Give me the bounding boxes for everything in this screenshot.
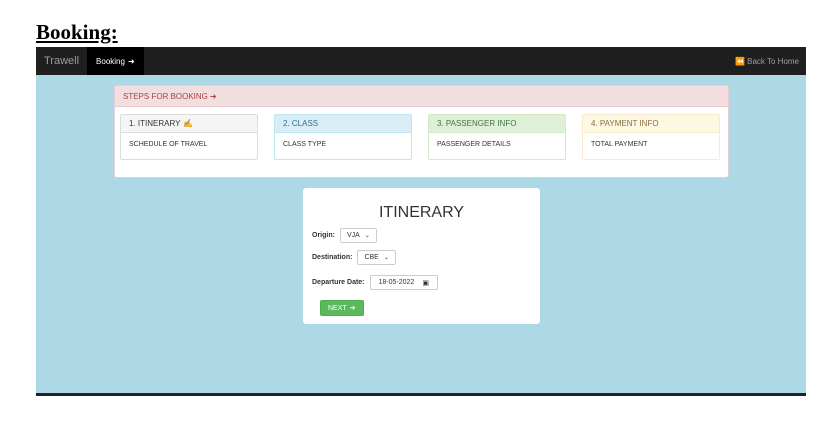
main-content: STEPS FOR BOOKING ➜ 1. ITINERARY ✍ SCHED…	[36, 75, 806, 393]
backward-icon: ⏪	[735, 56, 746, 66]
step-head: 1. ITINERARY ✍	[121, 115, 257, 133]
back-to-home-link[interactable]: ⏪ Back To Home	[728, 47, 806, 75]
destination-row: Destination: CBE ⌄	[312, 250, 396, 265]
nav-item-booking-label: Booking	[96, 56, 125, 66]
destination-label: Destination:	[312, 254, 353, 261]
steps-row: 1. ITINERARY ✍ SCHEDULE OF TRAVEL 2. CLA…	[120, 114, 720, 160]
back-to-home-label: Back To Home	[747, 56, 799, 66]
next-button-label: NEXT	[328, 304, 347, 312]
brand-link[interactable]: Trawell	[36, 47, 87, 75]
page: Booking: Trawell Booking ➜ ⏪ Back To Hom…	[0, 0, 835, 445]
step-title: 2. CLASS	[283, 119, 319, 128]
step-card-payment-info: 4. PAYMENT INFO TOTAL PAYMENT	[582, 114, 720, 160]
departure-date-row: Departure Date: 18-05-2022 ▣	[312, 275, 438, 290]
origin-label: Origin:	[312, 232, 335, 239]
origin-select[interactable]: VJA ⌄	[339, 228, 377, 243]
destination-select[interactable]: CBE ⌄	[357, 250, 396, 265]
steps-header-label: STEPS FOR BOOKING	[123, 91, 208, 101]
departure-date-input[interactable]: 18-05-2022 ▣	[369, 275, 438, 290]
step-title: 1. ITINERARY	[129, 119, 181, 128]
step-head: 3. PASSENGER INFO	[429, 115, 565, 133]
step-body: TOTAL PAYMENT	[591, 141, 648, 148]
step-body: SCHEDULE OF TRAVEL	[129, 141, 208, 148]
steps-header: STEPS FOR BOOKING ➜	[115, 86, 728, 107]
navbar: Trawell Booking ➜ ⏪ Back To Home	[36, 47, 806, 75]
pencil-icon: ✍	[183, 119, 194, 128]
next-button[interactable]: NEXT ➜	[320, 300, 364, 316]
step-title: 4. PAYMENT INFO	[591, 119, 659, 128]
destination-value: CBE	[364, 254, 379, 261]
step-card-passenger-info: 3. PASSENGER INFO PASSENGER DETAILS	[428, 114, 566, 160]
step-head: 2. CLASS	[275, 115, 411, 133]
step-card-itinerary: 1. ITINERARY ✍ SCHEDULE OF TRAVEL	[120, 114, 258, 160]
chevron-down-icon: ⌄	[364, 233, 370, 239]
step-body: PASSENGER DETAILS	[437, 141, 511, 148]
arrow-right-icon: ➜	[209, 91, 217, 101]
calendar-icon[interactable]: ▣	[422, 279, 429, 287]
steps-panel: STEPS FOR BOOKING ➜ 1. ITINERARY ✍ SCHED…	[114, 85, 729, 178]
arrow-right-icon: ➜	[127, 56, 135, 66]
origin-row: Origin: VJA ⌄	[312, 228, 377, 243]
origin-value: VJA	[346, 232, 360, 239]
itinerary-title: ITINERARY	[378, 204, 465, 221]
departure-date-value: 18-05-2022	[378, 279, 415, 286]
itinerary-panel: ITINERARY Origin: VJA ⌄ Destination: CBE…	[303, 188, 540, 324]
departure-date-label: Departure Date:	[312, 279, 365, 286]
step-body: CLASS TYPE	[283, 141, 327, 148]
chevron-down-icon: ⌄	[383, 255, 389, 261]
step-title: 3. PASSENGER INFO	[437, 119, 517, 128]
bottom-divider	[36, 393, 806, 396]
step-card-class: 2. CLASS CLASS TYPE	[274, 114, 412, 160]
arrow-right-icon: ➜	[349, 305, 356, 312]
document-heading: Booking:	[36, 20, 118, 44]
nav-item-booking[interactable]: Booking ➜	[87, 47, 144, 75]
step-head: 4. PAYMENT INFO	[583, 115, 719, 133]
